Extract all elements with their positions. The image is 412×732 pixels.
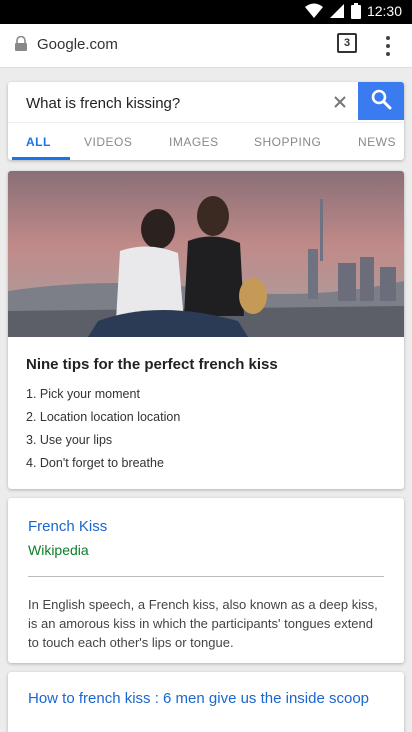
url-field[interactable]: Google.com (37, 36, 118, 53)
lock-icon (14, 35, 28, 57)
search-box-card: What is french kissing? ALL VIDEOS IMAGE… (8, 82, 404, 160)
tip-item: 2. Location location location (26, 410, 181, 424)
result-snippet: In English speech, a French kiss, also k… (28, 597, 378, 650)
status-bar: 12:30 (0, 0, 412, 24)
search-button[interactable] (358, 82, 404, 120)
tab-shopping[interactable]: SHOPPING (254, 135, 321, 149)
search-input[interactable]: What is french kissing? (26, 95, 180, 112)
tab-switcher-button[interactable]: 3 (337, 33, 357, 53)
result-title-link[interactable]: French Kiss (28, 518, 107, 535)
result-title-link[interactable]: How to french kiss : 6 men give us the i… (28, 690, 369, 707)
status-time: 12:30 (366, 3, 402, 19)
tab-images[interactable]: IMAGES (169, 135, 219, 149)
search-result-card: How to french kiss : 6 men give us the i… (8, 672, 404, 732)
tip-item: 4. Don't forget to breathe (26, 456, 164, 470)
featured-photo (8, 171, 404, 337)
result-source[interactable]: Wikipedia (28, 542, 89, 558)
featured-snippet-card[interactable]: Nine tips for the perfect french kiss 1.… (8, 171, 404, 489)
tip-item: 3. Use your lips (26, 433, 113, 447)
tip-item: 1. Pick your moment (26, 387, 140, 401)
wikipedia-result-card: French Kiss Wikipedia In English speech,… (8, 498, 404, 663)
browser-toolbar: Google.com 3 (0, 24, 412, 68)
overflow-menu-icon[interactable] (381, 34, 395, 58)
featured-title: Nine tips for the perfect french kiss (26, 356, 278, 373)
clear-search-icon[interactable] (332, 94, 348, 110)
tab-all[interactable]: ALL (26, 135, 51, 149)
tab-videos[interactable]: VIDEOS (84, 135, 132, 149)
tab-news[interactable]: NEWS (358, 135, 396, 149)
wifi-icon (304, 3, 323, 19)
battery-icon (350, 3, 361, 19)
divider (28, 576, 384, 577)
search-icon (370, 88, 392, 115)
active-tab-indicator (12, 157, 70, 160)
cell-signal-icon (329, 3, 345, 19)
search-tabs: ALL VIDEOS IMAGES SHOPPING NEWS (8, 122, 404, 160)
tab-count: 3 (343, 37, 351, 49)
